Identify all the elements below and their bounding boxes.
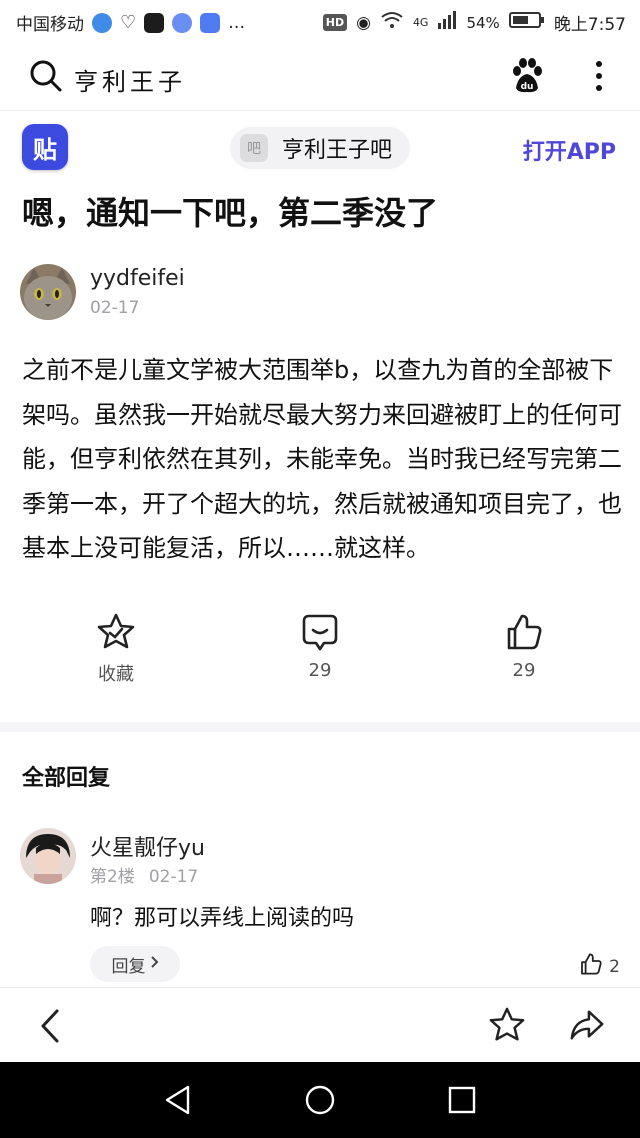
battery-icon [508, 11, 545, 34]
like-button[interactable]: 29 [464, 612, 584, 681]
tieba-logo[interactable]: 贴 [22, 124, 68, 170]
search-icon[interactable] [30, 60, 62, 96]
thumbs-up-icon [504, 614, 544, 656]
health-icon: ♡ [120, 12, 137, 33]
nav-back-icon[interactable] [162, 1084, 194, 1120]
back-icon[interactable] [38, 1008, 62, 1048]
forum-icon: 吧 [240, 134, 268, 162]
status-right: HD ◉ 4G 54% 晚上7:57 [322, 10, 626, 35]
status-left: 中国移动 ♡ … [16, 10, 245, 35]
music-icon [172, 12, 193, 33]
baidu-paw-icon[interactable]: du [510, 58, 544, 98]
comment-count: 29 [308, 660, 332, 681]
favorite-star-icon[interactable] [488, 1006, 526, 1048]
reply-button-label: 回复 [111, 956, 146, 977]
collect-button[interactable]: 收藏 [56, 612, 176, 686]
author-name[interactable]: yydfeifei [90, 266, 185, 291]
network-type: 4G [412, 16, 429, 29]
carrier-label: 中国移动 [16, 15, 84, 35]
reply-content: 啊？那可以弄线上阅读的吗 [90, 906, 355, 931]
thumbs-up-icon [579, 952, 603, 981]
nav-recents-icon[interactable] [448, 1086, 476, 1118]
app-notification-icon [92, 12, 112, 33]
reply-meta: 第2楼 02-17 [90, 862, 198, 887]
replies-header: 全部回复 [22, 766, 111, 791]
app-notification-icon [144, 12, 165, 33]
post-title: 嗯，通知一下吧，第二季没了 [22, 194, 439, 232]
like-count: 29 [512, 660, 536, 681]
more-notifications-icon: … [228, 12, 246, 33]
bottom-toolbar [0, 987, 640, 1062]
section-divider [0, 722, 640, 732]
post-date: 02-17 [90, 298, 140, 318]
comment-icon [300, 614, 340, 656]
clock: 晚上7:57 [553, 15, 626, 35]
author-avatar[interactable] [20, 264, 76, 320]
reply-author[interactable]: 火星靓仔yu [90, 830, 205, 862]
reply-avatar[interactable] [20, 828, 76, 884]
reply-date: 02-17 [148, 867, 199, 887]
comment-button[interactable]: 29 [260, 612, 380, 681]
bulb-icon [200, 12, 221, 33]
status-bar: 中国移动 ♡ … HD ◉ 4G 54% 晚上7:57 [0, 0, 640, 44]
reply-floor: 第2楼 [90, 867, 135, 887]
star-check-icon [96, 613, 136, 656]
search-query[interactable]: 亨利王子 [74, 62, 186, 97]
battery-percent: 54% [466, 13, 500, 32]
open-app-button[interactable]: 打开APP [523, 134, 616, 166]
search-header: 亨利王子 du [0, 48, 640, 111]
share-icon[interactable] [568, 1006, 606, 1048]
hd-badge: HD [322, 14, 348, 31]
collect-label: 收藏 [98, 664, 134, 685]
forum-pill[interactable]: 吧 亨利王子吧 [230, 127, 410, 169]
more-menu-icon[interactable] [594, 58, 604, 98]
signal-icon [437, 11, 457, 34]
reply-like-button[interactable]: 2 [579, 952, 620, 981]
wifi-icon [380, 11, 404, 34]
svg-text:du: du [521, 82, 534, 92]
post-content: 之前不是儿童文学被大范围举b，以查九为首的全部被下架吗。虽然我一开始就尽最大努力… [22, 356, 622, 562]
forum-name: 亨利王子吧 [282, 138, 393, 163]
nav-home-icon[interactable] [304, 1084, 336, 1120]
eye-icon: ◉ [356, 12, 371, 33]
reply-button[interactable]: 回复 [90, 946, 180, 982]
reply-like-count: 2 [609, 956, 620, 977]
system-nav-bar [0, 1062, 640, 1138]
chevron-right-icon [150, 954, 159, 974]
